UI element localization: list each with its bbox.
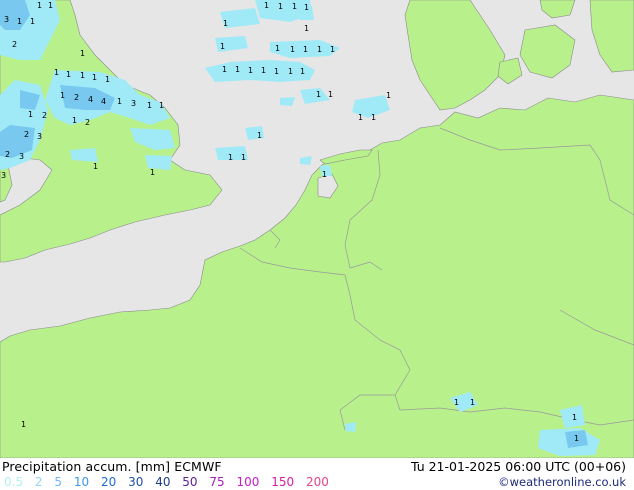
footer: Precipitation accum. [mm] ECMWF Tu 21-01…	[0, 458, 634, 490]
svg-text:1: 1	[330, 45, 335, 54]
svg-text:1: 1	[66, 70, 71, 79]
svg-text:3: 3	[37, 132, 42, 141]
svg-text:1: 1	[275, 44, 280, 53]
svg-text:1: 1	[80, 49, 85, 58]
legend-item: 10	[73, 475, 90, 489]
svg-text:1: 1	[278, 2, 283, 11]
legend-item: 2	[34, 475, 43, 489]
svg-text:1: 1	[322, 170, 327, 179]
svg-text:2: 2	[12, 40, 17, 49]
legend-item: 20	[100, 475, 117, 489]
svg-text:1: 1	[223, 19, 228, 28]
svg-text:1: 1	[454, 398, 459, 407]
svg-text:1: 1	[317, 45, 322, 54]
svg-text:1: 1	[117, 97, 122, 106]
svg-text:1: 1	[54, 68, 59, 77]
svg-text:4: 4	[88, 95, 93, 104]
svg-text:1: 1	[222, 65, 227, 74]
legend-item: 100	[236, 475, 260, 489]
svg-text:2: 2	[42, 111, 47, 120]
svg-text:1: 1	[48, 1, 53, 10]
svg-text:1: 1	[292, 2, 297, 11]
svg-text:1: 1	[150, 168, 155, 177]
svg-text:1: 1	[572, 413, 577, 422]
map-title: Precipitation accum. [mm] ECMWF	[2, 459, 222, 474]
svg-text:1: 1	[30, 17, 35, 26]
svg-text:1: 1	[37, 1, 42, 10]
svg-text:1: 1	[257, 131, 262, 140]
svg-text:2: 2	[5, 150, 10, 159]
legend-item: 200	[305, 475, 329, 489]
legend-item: 0.5	[4, 475, 24, 489]
legend-item: 75	[209, 475, 225, 489]
svg-text:1: 1	[316, 90, 321, 99]
svg-text:1: 1	[304, 3, 309, 12]
valid-time: Tu 21-01-2025 06:00 UTC (00+06)	[410, 459, 626, 474]
svg-text:1: 1	[248, 66, 253, 75]
precipitation-map: 11 311 21 11111 12441311 1212 23 23 131 …	[0, 0, 634, 458]
svg-text:2: 2	[85, 118, 90, 127]
svg-text:1: 1	[92, 73, 97, 82]
svg-text:1: 1	[304, 24, 309, 33]
svg-text:1: 1	[358, 113, 363, 122]
svg-text:1: 1	[235, 65, 240, 74]
svg-text:1: 1	[147, 101, 152, 110]
svg-text:1: 1	[159, 101, 164, 110]
svg-text:4: 4	[101, 97, 106, 106]
svg-text:1: 1	[220, 42, 225, 51]
svg-text:1: 1	[80, 71, 85, 80]
svg-text:1: 1	[93, 162, 98, 171]
svg-text:1: 1	[288, 67, 293, 76]
svg-text:1: 1	[386, 91, 391, 100]
svg-text:1: 1	[72, 116, 77, 125]
svg-text:3: 3	[1, 171, 6, 180]
legend-item: 150	[271, 475, 295, 489]
svg-text:1: 1	[328, 90, 333, 99]
legend-item: 30	[128, 475, 144, 489]
legend-item: 40	[155, 475, 171, 489]
legend-item: 50	[182, 475, 198, 489]
svg-text:3: 3	[4, 15, 9, 24]
svg-text:2: 2	[24, 130, 29, 139]
svg-text:1: 1	[228, 153, 233, 162]
legend: 0.5 2 5 10 20 30 40 50 75 100 150 200	[4, 475, 337, 489]
svg-text:1: 1	[17, 17, 22, 26]
svg-text:1: 1	[105, 75, 110, 84]
svg-text:1: 1	[274, 67, 279, 76]
svg-text:1: 1	[303, 45, 308, 54]
svg-text:1: 1	[290, 45, 295, 54]
svg-text:1: 1	[28, 110, 33, 119]
svg-text:1: 1	[371, 113, 376, 122]
svg-text:1: 1	[21, 420, 26, 429]
credit-link[interactable]: ©weatheronline.co.uk	[498, 475, 626, 489]
svg-text:3: 3	[19, 152, 24, 161]
svg-text:1: 1	[60, 91, 65, 100]
svg-text:3: 3	[131, 99, 136, 108]
svg-text:1: 1	[241, 153, 246, 162]
svg-text:1: 1	[264, 1, 269, 10]
svg-text:1: 1	[261, 66, 266, 75]
svg-text:1: 1	[574, 434, 579, 443]
svg-text:1: 1	[470, 398, 475, 407]
legend-item: 5	[54, 475, 63, 489]
svg-text:1: 1	[300, 67, 305, 76]
svg-text:2: 2	[74, 93, 79, 102]
